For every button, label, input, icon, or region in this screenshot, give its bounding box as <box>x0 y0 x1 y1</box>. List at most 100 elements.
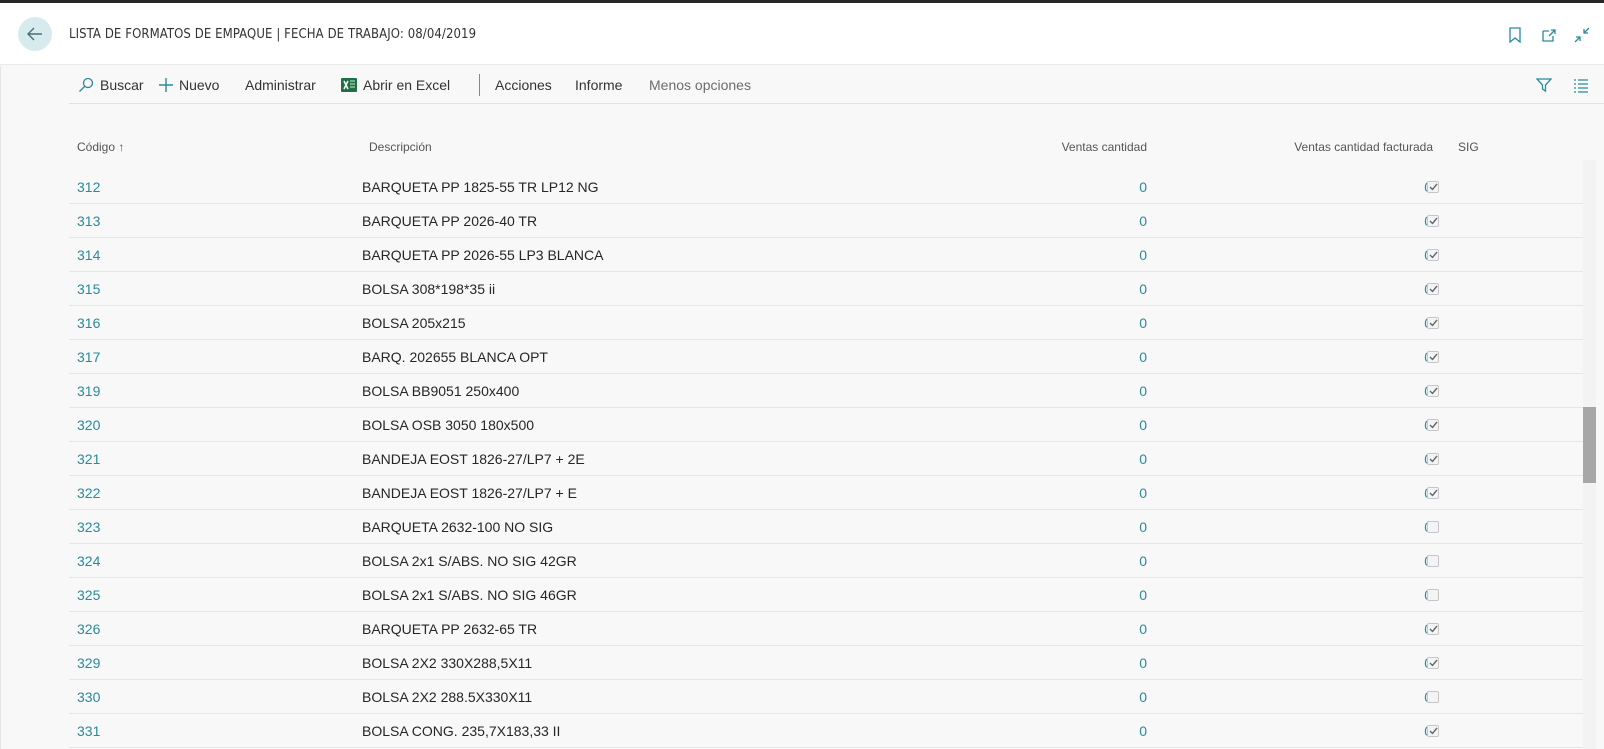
table-row[interactable]: 322BANDEJA EOST 1826-27/LP7 + E00 <box>69 476 1584 510</box>
open-new-window-icon[interactable] <box>1541 27 1557 43</box>
sig-checkbox[interactable] <box>1427 419 1439 431</box>
bookmark-icon[interactable] <box>1508 27 1524 43</box>
cell-sales-qty[interactable]: 0 <box>1139 238 1147 272</box>
cell-sales-qty[interactable]: 0 <box>1139 510 1147 544</box>
sig-checkbox[interactable] <box>1427 487 1439 499</box>
cell-code[interactable]: 314 <box>77 238 100 272</box>
cell-code[interactable]: 312 <box>77 170 100 204</box>
sig-checkbox[interactable] <box>1427 317 1439 329</box>
cell-sales-qty[interactable]: 0 <box>1139 476 1147 510</box>
cell-code[interactable]: 326 <box>77 612 100 646</box>
new-button[interactable]: Nuevo <box>159 66 219 104</box>
sig-checkbox[interactable] <box>1427 691 1439 703</box>
sig-checkbox[interactable] <box>1427 521 1439 533</box>
open-in-excel-button[interactable]: Abrir en Excel <box>341 66 450 104</box>
search-icon <box>79 77 94 92</box>
search-button[interactable]: Buscar <box>78 66 144 104</box>
table-row[interactable]: 330BOLSA 2X2 288.5X330X1100 <box>69 680 1584 714</box>
cell-code[interactable]: 324 <box>77 544 100 578</box>
cell-sales-qty[interactable]: 0 <box>1139 170 1147 204</box>
list-view-icon[interactable] <box>1573 77 1590 94</box>
table-row[interactable]: 313BARQUETA PP 2026-40 TR00 <box>69 204 1584 238</box>
sig-checkbox[interactable] <box>1427 385 1439 397</box>
manage-menu[interactable]: Administrar <box>245 66 316 104</box>
table-row[interactable]: 320BOLSA OSB 3050 180x50000 <box>69 408 1584 442</box>
table-row[interactable]: 312BARQUETA PP 1825-55 TR LP12 NG00 <box>69 170 1584 204</box>
cell-code[interactable]: 323 <box>77 510 100 544</box>
back-button[interactable] <box>18 17 52 51</box>
cell-sales-qty[interactable]: 0 <box>1139 578 1147 612</box>
cell-sales-qty[interactable]: 0 <box>1139 204 1147 238</box>
table-row[interactable]: 329BOLSA 2X2 330X288,5X1100 <box>69 646 1584 680</box>
sig-checkbox[interactable] <box>1427 215 1439 227</box>
sig-checkbox[interactable] <box>1427 249 1439 261</box>
table-row[interactable]: 317BARQ. 202655 BLANCA OPT00 <box>69 340 1584 374</box>
sig-checkbox[interactable] <box>1427 351 1439 363</box>
cell-sales-qty[interactable]: 0 <box>1139 442 1147 476</box>
checkmark-icon <box>1429 251 1438 259</box>
table-row[interactable]: 314BARQUETA PP 2026-55 LP3 BLANCA00 <box>69 238 1584 272</box>
cell-code[interactable]: 322 <box>77 476 100 510</box>
table-row[interactable]: 325BOLSA 2x1 S/ABS. NO SIG 46GR00 <box>69 578 1584 612</box>
cell-description: BOLSA OSB 3050 180x500 <box>362 417 535 433</box>
vertical-scrollbar[interactable] <box>1583 160 1596 749</box>
checkmark-icon <box>1429 727 1438 735</box>
cell-code[interactable]: 331 <box>77 714 100 748</box>
cell-code[interactable]: 319 <box>77 374 100 408</box>
column-header-sales-qty-invoiced[interactable]: Ventas cantidad facturada <box>1294 140 1433 154</box>
cell-sales-qty[interactable]: 0 <box>1139 340 1147 374</box>
cell-sales-qty[interactable]: 0 <box>1139 272 1147 306</box>
table-row[interactable]: 321BANDEJA EOST 1826-27/LP7 + 2E00 <box>69 442 1584 476</box>
table-row[interactable]: 324BOLSA 2x1 S/ABS. NO SIG 42GR00 <box>69 544 1584 578</box>
cell-code[interactable]: 313 <box>77 204 100 238</box>
excel-icon <box>341 78 357 92</box>
cell-sales-qty[interactable]: 0 <box>1139 646 1147 680</box>
cell-code[interactable]: 329 <box>77 646 100 680</box>
sig-checkbox[interactable] <box>1427 623 1439 635</box>
fewer-options-button[interactable]: Menos opciones <box>649 66 751 104</box>
sig-checkbox[interactable] <box>1427 181 1439 193</box>
cell-sales-qty[interactable]: 0 <box>1139 374 1147 408</box>
sig-checkbox[interactable] <box>1427 555 1439 567</box>
cell-code[interactable]: 330 <box>77 680 100 714</box>
table-row[interactable]: 316BOLSA 205x21500 <box>69 306 1584 340</box>
cell-code[interactable]: 315 <box>77 272 100 306</box>
cell-sales-qty[interactable]: 0 <box>1139 612 1147 646</box>
sig-checkbox[interactable] <box>1427 725 1439 737</box>
cell-code[interactable]: 316 <box>77 306 100 340</box>
table-row[interactable]: 323BARQUETA 2632-100 NO SIG00 <box>69 510 1584 544</box>
cell-code[interactable]: 321 <box>77 442 100 476</box>
column-header-sales-qty[interactable]: Ventas cantidad <box>1062 140 1147 154</box>
column-header-description[interactable]: Descripción <box>369 140 432 154</box>
cell-code[interactable]: 317 <box>77 340 100 374</box>
table-row[interactable]: 326BARQUETA PP 2632-65 TR00 <box>69 612 1584 646</box>
cell-sales-qty[interactable]: 0 <box>1139 408 1147 442</box>
filter-icon[interactable] <box>1536 77 1553 94</box>
page-header: LISTA DE FORMATOS DE EMPAQUE | FECHA DE … <box>0 3 1604 65</box>
cell-code[interactable]: 325 <box>77 578 100 612</box>
cell-description: BOLSA BB9051 250x400 <box>362 383 520 399</box>
sig-checkbox[interactable] <box>1427 657 1439 669</box>
checkmark-icon <box>1429 353 1438 361</box>
cell-sales-qty[interactable]: 0 <box>1139 306 1147 340</box>
cell-sales-qty[interactable]: 0 <box>1139 680 1147 714</box>
cell-description: BANDEJA EOST 1826-27/LP7 + E <box>362 485 577 501</box>
cell-description: BARQ. 202655 BLANCA OPT <box>362 349 548 365</box>
column-header-code[interactable]: Código ↑ <box>77 140 124 154</box>
report-menu[interactable]: Informe <box>575 66 622 104</box>
action-bar: Buscar Nuevo Administrar Abrir en Excel … <box>69 66 1604 104</box>
data-grid: 312BARQUETA PP 1825-55 TR LP12 NG00313BA… <box>69 158 1584 749</box>
table-row[interactable]: 315BOLSA 308*198*35 ii00 <box>69 272 1584 306</box>
sig-checkbox[interactable] <box>1427 283 1439 295</box>
scrollbar-thumb[interactable] <box>1583 407 1596 483</box>
table-row[interactable]: 331BOLSA CONG. 235,7X183,33 II00 <box>69 714 1584 748</box>
actions-menu[interactable]: Acciones <box>495 66 552 104</box>
table-row[interactable]: 319BOLSA BB9051 250x40000 <box>69 374 1584 408</box>
sig-checkbox[interactable] <box>1427 453 1439 465</box>
sig-checkbox[interactable] <box>1427 589 1439 601</box>
cell-sales-qty[interactable]: 0 <box>1139 714 1147 748</box>
column-header-sig[interactable]: SIG <box>1458 140 1479 154</box>
cell-code[interactable]: 320 <box>77 408 100 442</box>
cell-sales-qty[interactable]: 0 <box>1139 544 1147 578</box>
collapse-icon[interactable] <box>1574 27 1590 43</box>
